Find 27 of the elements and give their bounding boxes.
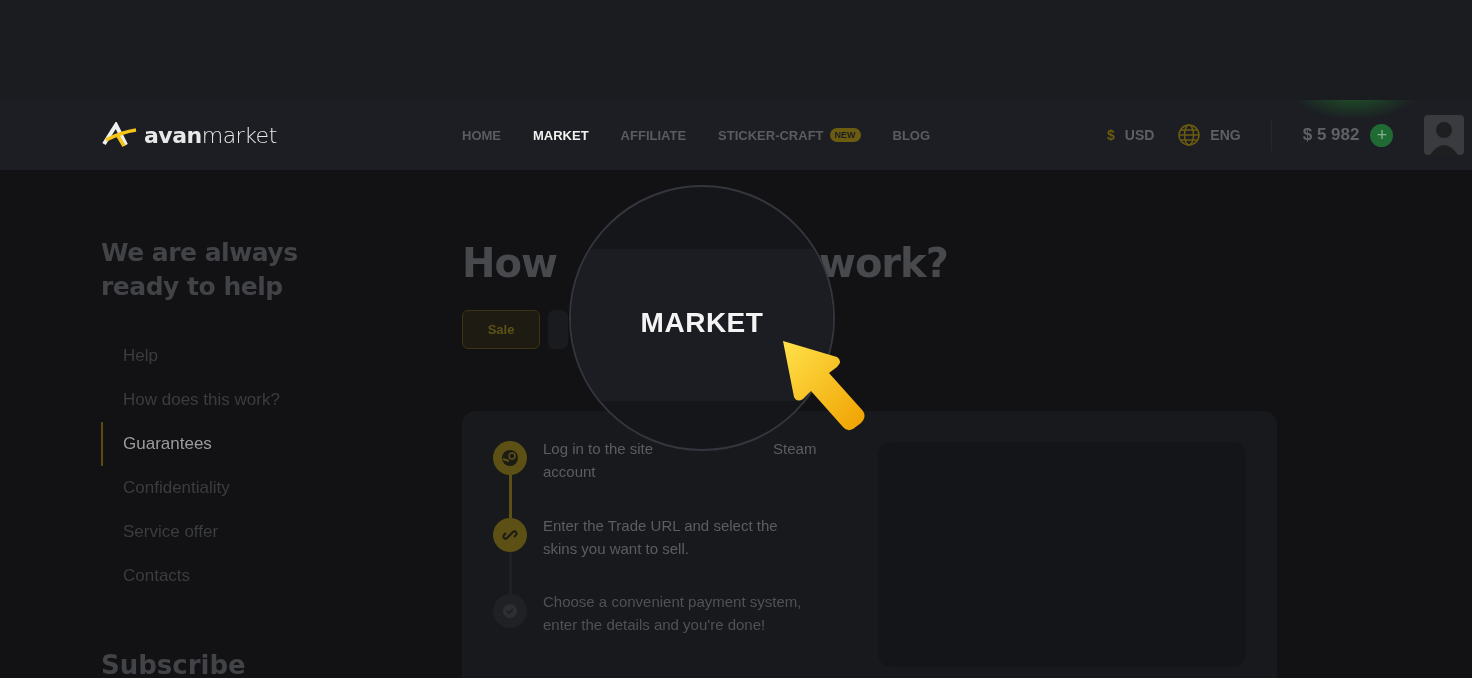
logo-text: avanmarket (144, 122, 277, 148)
tab[interactable]: Sale (462, 310, 540, 349)
magnified-label: MARKET (640, 307, 764, 339)
page-heading: How (462, 240, 557, 286)
step-text: Steam (773, 439, 817, 459)
page-heading: work? (818, 240, 948, 286)
new-badge: NEW (829, 128, 861, 142)
avatar[interactable] (1424, 115, 1465, 155)
language-selector[interactable]: ENG (1178, 124, 1241, 146)
steam-icon (501, 449, 519, 467)
balance: $ 5 982 (1302, 125, 1360, 145)
nav-link[interactable]: HOME (462, 127, 501, 143)
step-text: Log in to the site (543, 439, 654, 459)
step-text: account (543, 462, 596, 482)
logo-icon (102, 122, 138, 148)
step-text: enter the details and you're done! (543, 615, 766, 636)
step-text: Choose a convenient payment system, (543, 592, 802, 613)
step-text: skins you want to sell. (543, 538, 689, 559)
globe-icon (1178, 124, 1201, 146)
nav-link[interactable]: MARKET (533, 127, 589, 143)
step-text: Enter the Trade URL and select the (543, 515, 778, 536)
nav-link[interactable]: STICKER-CRAFT NEW (718, 127, 861, 143)
currency-selector[interactable]: $ USD (1107, 127, 1155, 143)
nav-link[interactable]: BLOG (892, 127, 931, 143)
add-funds-button[interactable]: + (1370, 123, 1394, 147)
tab[interactable] (548, 310, 568, 349)
nav-link[interactable]: AFFILIATE (620, 127, 687, 143)
